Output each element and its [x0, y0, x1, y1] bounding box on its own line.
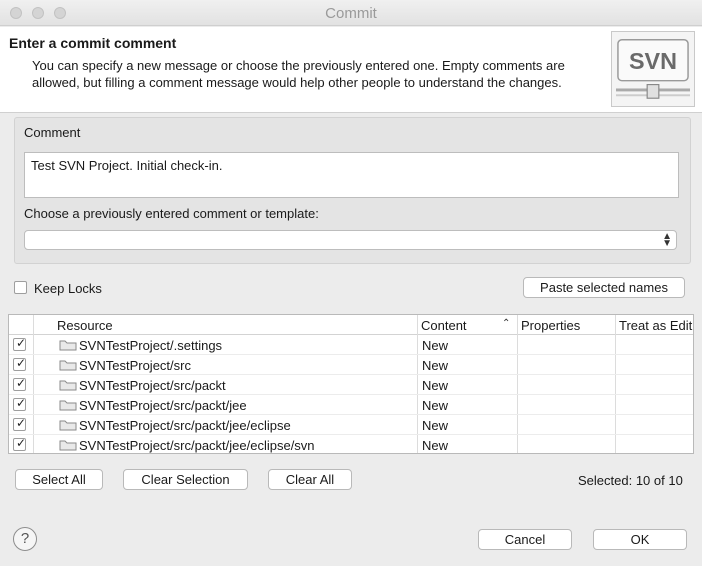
- paste-selected-names-button[interactable]: Paste selected names: [523, 277, 685, 298]
- folder-icon: [59, 420, 77, 431]
- checkmark-icon: ✓: [16, 436, 27, 450]
- row-content: New: [422, 358, 449, 373]
- row-resource: SVNTestProject/src/packt/jee: [79, 398, 247, 413]
- row-content: New: [422, 438, 449, 453]
- column-resource[interactable]: Resource: [57, 318, 113, 333]
- checkmark-icon: ✓: [16, 396, 27, 410]
- table-row[interactable]: ✓ SVNTestProject/.settings New: [9, 335, 693, 355]
- header-description: You can specify a new message or choose …: [32, 58, 565, 90]
- table-row[interactable]: ✓ SVNTestProject/src/packt/jee/eclipse/s…: [9, 435, 693, 453]
- row-resource: SVNTestProject/.settings: [79, 338, 223, 353]
- clear-selection-button[interactable]: Clear Selection: [123, 469, 248, 490]
- column-content[interactable]: Content: [421, 318, 467, 333]
- choose-template-label: Choose a previously entered comment or t…: [24, 206, 319, 221]
- checkmark-icon: ✓: [16, 416, 27, 430]
- header-title: Enter a commit comment: [9, 35, 177, 51]
- resource-table: Resource Content ⌃ Properties Treat as E…: [8, 314, 694, 454]
- commit-dialog: Commit Enter a commit comment You can sp…: [0, 0, 702, 566]
- row-resource: SVNTestProject/src/packt: [79, 378, 226, 393]
- row-content: New: [422, 418, 449, 433]
- dialog-header: Enter a commit comment You can specify a…: [0, 27, 702, 113]
- row-checkbox[interactable]: ✓: [13, 376, 27, 391]
- row-checkbox[interactable]: ✓: [13, 396, 27, 411]
- checkmark-icon: ✓: [16, 356, 27, 370]
- table-header: Resource Content ⌃ Properties Treat as E…: [9, 315, 693, 335]
- row-checkbox[interactable]: ✓: [13, 436, 27, 451]
- selected-count: Selected: 10 of 10: [578, 473, 683, 488]
- svn-logo: SVN: [611, 31, 695, 107]
- row-checkbox[interactable]: ✓: [13, 336, 27, 351]
- folder-icon: [59, 360, 77, 371]
- row-content: New: [422, 378, 449, 393]
- table-row[interactable]: ✓ SVNTestProject/src/packt/jee/eclipse N…: [9, 415, 693, 435]
- row-resource: SVNTestProject/src: [79, 358, 191, 373]
- column-treat-as-edit[interactable]: Treat as Edit: [619, 318, 692, 333]
- row-checkbox[interactable]: ✓: [13, 416, 27, 431]
- column-properties[interactable]: Properties: [521, 318, 580, 333]
- folder-icon: [59, 340, 77, 351]
- table-row[interactable]: ✓ SVNTestProject/src/packt New: [9, 375, 693, 395]
- svn-logo-graphic: SVN: [616, 39, 690, 99]
- folder-icon: [59, 380, 77, 391]
- template-select[interactable]: ▲ ▼: [24, 230, 677, 250]
- checkmark-icon: ✓: [16, 376, 27, 390]
- folder-icon: [59, 400, 77, 411]
- clear-all-button[interactable]: Clear All: [268, 469, 352, 490]
- sort-ascending-icon: ⌃: [502, 318, 511, 329]
- select-chevron-icon: ▲ ▼: [662, 231, 672, 249]
- table-row[interactable]: ✓ SVNTestProject/src/packt/jee New: [9, 395, 693, 415]
- comment-textarea[interactable]: Test SVN Project. Initial check-in.: [24, 152, 679, 198]
- window-title: Commit: [325, 5, 377, 22]
- keep-locks-checkbox[interactable]: [14, 281, 27, 294]
- checkmark-icon: ✓: [16, 336, 27, 350]
- ok-button[interactable]: OK: [593, 529, 687, 550]
- keep-locks-label: Keep Locks: [34, 281, 102, 296]
- cancel-button[interactable]: Cancel: [478, 529, 572, 550]
- row-content: New: [422, 398, 449, 413]
- row-resource: SVNTestProject/src/packt/jee/eclipse/svn: [79, 438, 315, 453]
- row-content: New: [422, 338, 449, 353]
- help-icon[interactable]: ?: [13, 527, 37, 551]
- folder-icon: [59, 440, 77, 451]
- table-row[interactable]: ✓ SVNTestProject/src New: [9, 355, 693, 375]
- select-all-button[interactable]: Select All: [15, 469, 103, 490]
- row-checkbox[interactable]: ✓: [13, 356, 27, 371]
- row-resource: SVNTestProject/src/packt/jee/eclipse: [79, 418, 291, 433]
- svn-logo-text: SVN: [629, 48, 677, 74]
- title-bar: Commit: [0, 0, 702, 26]
- comment-group-title: Comment: [24, 125, 81, 140]
